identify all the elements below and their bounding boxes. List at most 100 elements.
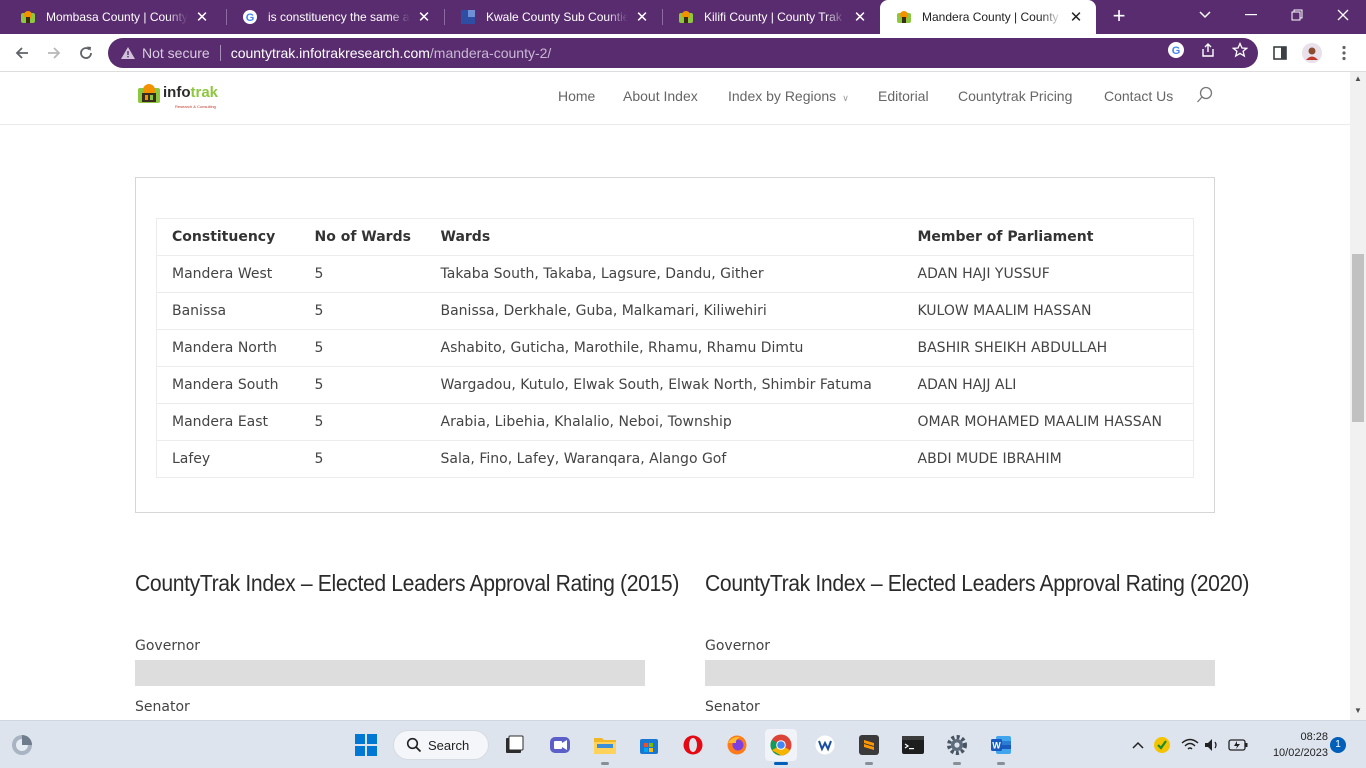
mp-cell: ADAN HAJJ ALI [902,366,1194,404]
forward-button[interactable] [40,39,68,67]
tab-mandera-active[interactable]: Mandera County | County Trak Kenya ✕ [880,0,1096,34]
kwale-app-icon[interactable] [809,729,841,761]
infotrak-favicon-icon [20,9,36,25]
notification-badge[interactable]: 1 [1330,737,1346,753]
word-icon[interactable]: W [985,729,1017,765]
nav-contact-us[interactable]: Contact Us [1104,88,1173,104]
constituency-cell: Mandera South [156,366,300,404]
scroll-up-arrow-icon[interactable]: ▲ [1353,74,1363,83]
side-panel-icon[interactable] [1270,43,1290,63]
column-header: No of Wards [299,218,426,256]
google-lens-icon[interactable]: G [1167,41,1185,59]
url-host: countytrak.infotrakresearch.com [230,45,430,61]
close-tab-icon[interactable]: ✕ [852,8,868,26]
table-row: Mandera South 5 Wargadou, Kutulo, Elwak … [156,366,1194,404]
norton-security-icon[interactable] [1152,735,1172,755]
wifi-icon[interactable] [1180,735,1200,755]
wards-count-cell: 5 [299,403,426,441]
firefox-icon[interactable] [721,729,753,761]
address-bar[interactable]: Not secure countytrak.infotrakresearch.c… [108,38,1258,68]
logo-text-trak: trak [190,84,219,101]
search-icon [406,737,422,753]
mp-cell: BASHIR SHEIKH ABDULLAH [902,329,1194,367]
tab-strip: Mombasa County | County Trak Kenya ✕ G i… [0,0,1366,34]
rating-2020-senator-label: Senator [705,699,760,715]
task-view-icon[interactable] [498,729,530,761]
tab-title: is constituency the same as sub county -… [268,10,410,24]
microsoft-store-icon[interactable] [633,729,665,761]
rating-2015-heading: CountyTrak Index – Elected Leaders Appro… [135,570,680,596]
mp-cell: ADAN HAJI YUSSUF [902,255,1194,293]
file-explorer-icon[interactable] [589,729,621,765]
tab-kwale[interactable]: Kwale County Sub Counties ✕ [444,0,662,34]
tab-search-chevron-icon[interactable] [1182,0,1227,30]
windows-taskbar: Search W 08:28 10/02/2023 1 [0,720,1366,768]
nav-home[interactable]: Home [558,88,595,104]
tab-mombasa[interactable]: Mombasa County | County Trak Kenya ✕ [4,0,222,34]
nav-about-index[interactable]: About Index [623,88,698,104]
teams-chat-icon[interactable] [544,729,576,761]
tab-google-search[interactable]: G is constituency the same as sub county… [226,0,444,34]
taskbar-search[interactable]: Search [393,730,489,760]
scrollbar-thumb[interactable] [1352,254,1364,422]
sublime-text-icon[interactable] [853,729,885,765]
wards-cell: Arabia, Libehia, Khalalio, Neboi, Townsh… [425,403,903,441]
tab-title: Kwale County Sub Counties [486,10,628,24]
close-tab-icon[interactable]: ✕ [634,8,650,26]
nav-editorial[interactable]: Editorial [878,88,929,104]
reload-button[interactable] [72,39,100,67]
running-indicator [601,762,609,765]
rating-2020-governor-bar [705,660,1215,686]
infotrak-logo[interactable]: infotrak Research & Consulting [137,82,219,109]
kwale-favicon-icon [460,9,476,25]
nav-index-by-regions[interactable]: Index by Regions ∨ [728,88,849,104]
opera-icon[interactable] [677,729,709,761]
tab-kilifi[interactable]: Kilifi County | County Trak Kenya ✕ [662,0,880,34]
new-tab-button[interactable]: + [1107,4,1131,28]
infotrak-favicon-icon [896,9,912,25]
profile-avatar-icon[interactable] [1302,43,1322,63]
terminal-icon[interactable] [897,729,929,761]
clock-date: 10/02/2023 [1272,747,1328,759]
widgets-icon[interactable] [6,729,38,761]
browser-menu-icon[interactable] [1334,43,1354,63]
browser-toolbar: Not secure countytrak.infotrakresearch.c… [0,34,1366,72]
column-header: Wards [425,218,903,256]
tray-overflow-chevron-icon[interactable] [1128,735,1148,755]
constituency-cell: Mandera North [156,329,300,367]
system-clock[interactable]: 08:28 10/02/2023 [1258,729,1328,761]
settings-gear-icon[interactable] [941,729,973,765]
back-button[interactable] [8,39,36,67]
constituency-cell: Mandera East [156,403,300,441]
wards-count-cell: 5 [299,440,426,478]
scroll-down-arrow-icon[interactable]: ▼ [1353,706,1363,715]
chrome-icon[interactable] [765,729,797,765]
volume-icon[interactable] [1202,735,1222,755]
chevron-down-icon: ∨ [842,93,849,103]
share-icon[interactable] [1199,41,1217,59]
warning-icon[interactable] [120,46,136,60]
minimize-button[interactable] [1228,0,1273,30]
close-window-button[interactable] [1320,0,1365,30]
constituency-cell: Mandera West [156,255,300,293]
restore-button[interactable] [1274,0,1319,30]
close-tab-icon[interactable]: ✕ [194,8,210,26]
wards-cell: Banissa, Derkhale, Guba, Malkamari, Kili… [425,292,903,330]
close-tab-icon[interactable]: ✕ [416,8,432,26]
running-indicator [997,762,1005,765]
close-tab-icon[interactable]: ✕ [1068,8,1084,26]
active-indicator [774,762,788,765]
page-scrollbar[interactable]: ▲ ▼ [1350,72,1366,720]
bookmark-star-icon[interactable] [1231,41,1249,59]
search-icon[interactable] [1196,86,1214,109]
rating-2015-governor-label: Governor [135,638,201,654]
nav-countytrak-pricing[interactable]: Countytrak Pricing [958,88,1072,104]
url-path: /mandera-county-2/ [429,45,552,61]
battery-icon[interactable] [1228,735,1248,755]
security-label[interactable]: Not secure [142,45,210,61]
rating-2020-governor-label: Governor [705,638,771,654]
start-windows-icon[interactable] [350,729,382,761]
table-row: Mandera West 5 Takaba South, Takaba, Lag… [156,255,1194,293]
wards-count-cell: 5 [299,292,426,330]
logo-icon [138,84,160,103]
